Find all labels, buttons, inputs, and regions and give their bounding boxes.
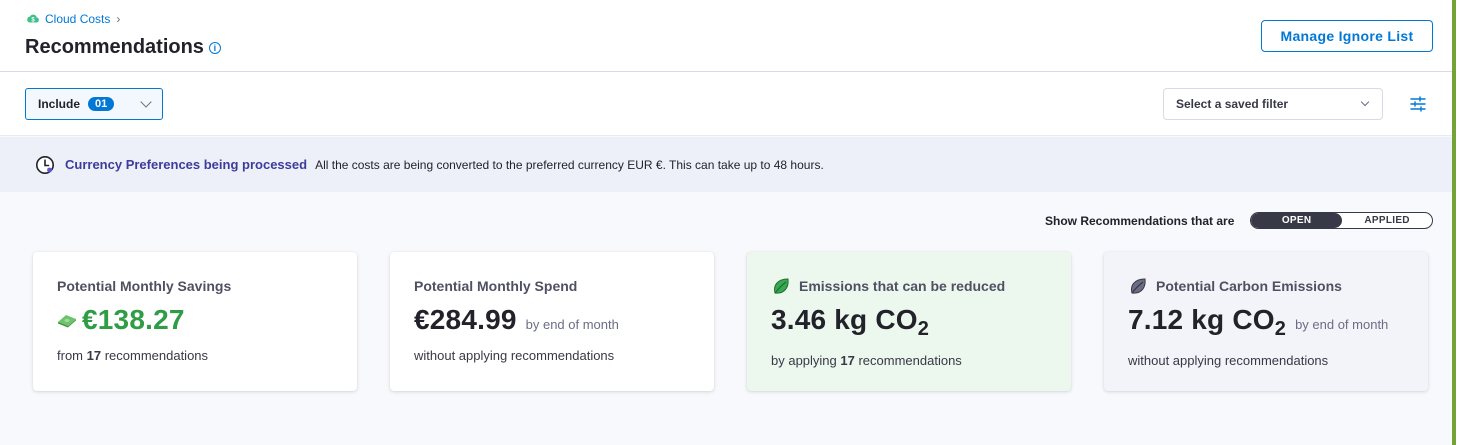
card-title: Emissions that can be reduced — [799, 278, 1006, 294]
saved-filter-placeholder: Select a saved filter — [1176, 97, 1289, 111]
card-suffix: by end of month — [525, 317, 619, 332]
card-subtext: by applying 17 recommendations — [771, 353, 1047, 368]
banner-text: All the costs are being converted to the… — [315, 157, 824, 172]
card-subtext: without applying recommendations — [1128, 353, 1329, 368]
card-title-row: Emissions that can be reduced — [771, 278, 1047, 294]
card-title: Potential Monthly Savings — [57, 278, 232, 294]
side-panel-edge — [1452, 0, 1461, 445]
emissions-reduced-value: 3.46 kg CO2 — [771, 304, 930, 340]
savings-card: Potential Monthly Savings €138.27 from 1… — [33, 252, 357, 391]
card-subtext: without applying recommendations — [414, 348, 615, 363]
include-label: Include — [38, 97, 81, 111]
card-title: Potential Carbon Emissions — [1156, 278, 1342, 294]
emissions-reduced-card: Emissions that can be reduced 3.46 kg CO… — [747, 252, 1071, 391]
breadcrumb[interactable]: $ Cloud Costs › — [26, 12, 120, 26]
spend-value: €284.99 — [414, 304, 517, 335]
card-title: Potential Monthly Spend — [414, 278, 578, 294]
card-suffix: by end of month — [1295, 317, 1389, 332]
sub-prefix: by applying — [771, 353, 841, 368]
toggle-label: Show Recommendations that are — [1045, 213, 1235, 228]
side-stripe — [1452, 0, 1456, 445]
sub-suffix: recommendations — [854, 353, 962, 368]
sub-prefix: from — [57, 348, 87, 363]
page-title-row: Recommendations i — [25, 36, 221, 59]
chevron-down-icon — [140, 96, 152, 108]
chevron-down-icon — [1360, 97, 1370, 107]
grey-leaf-icon — [1131, 278, 1146, 294]
saved-filter-select[interactable]: Select a saved filter — [1163, 88, 1383, 120]
include-dropdown[interactable]: Include 01 — [25, 88, 163, 120]
info-icon[interactable]: i — [208, 41, 221, 54]
currency-banner: Currency Preferences being processed All… — [0, 137, 1452, 192]
cloud-costs-icon: $ — [27, 14, 39, 24]
spend-card: Potential Monthly Spend €284.99 by end o… — [390, 252, 714, 391]
sub-suffix: recommendations — [101, 348, 209, 363]
carbon-emissions-value: 7.12 kg CO2 — [1128, 304, 1287, 340]
card-subtext: from 17 recommendations — [57, 348, 333, 363]
carbon-emissions-card: Potential Carbon Emissions 7.12 kg CO2 b… — [1104, 252, 1428, 391]
money-icon — [58, 315, 76, 328]
breadcrumb-separator: › — [116, 12, 121, 26]
status-toggle[interactable]: OPEN APPLIED — [1250, 212, 1434, 229]
page-header: $ Cloud Costs › Recommendations i Manage… — [0, 0, 1452, 72]
toggle-open[interactable]: OPEN — [1251, 213, 1342, 228]
filter-settings-icon[interactable] — [1409, 95, 1427, 113]
manage-ignore-list-button[interactable]: Manage Ignore List — [1261, 20, 1433, 52]
savings-value: €138.27 — [82, 304, 185, 335]
toggle-applied[interactable]: APPLIED — [1342, 213, 1433, 228]
breadcrumb-cloud-costs[interactable]: Cloud Costs — [45, 12, 110, 26]
recommendation-count: 17 — [86, 348, 102, 363]
include-count-badge: 01 — [88, 97, 115, 111]
filter-bar: Include 01 Select a saved filter — [0, 72, 1452, 136]
card-title-row: Potential Carbon Emissions — [1128, 278, 1404, 294]
banner-title: Currency Preferences being processed — [65, 157, 308, 172]
recommendation-count: 17 — [840, 353, 855, 368]
page-title: Recommendations — [25, 36, 204, 58]
green-leaf-icon — [774, 278, 789, 294]
clock-icon — [36, 155, 54, 174]
status-toggle-row: Show Recommendations that are OPEN APPLI… — [1045, 212, 1434, 229]
